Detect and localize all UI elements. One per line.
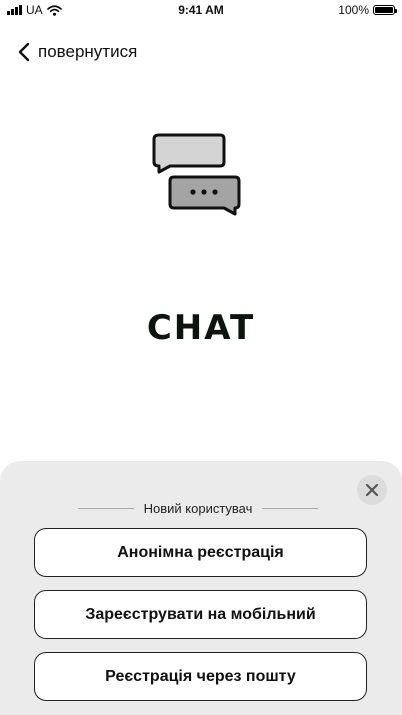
typing-dot bbox=[212, 189, 218, 195]
section-label: Новий користувач bbox=[143, 500, 253, 516]
back-label: повернутися bbox=[38, 42, 138, 61]
battery-icon bbox=[373, 5, 397, 15]
typing-dot bbox=[190, 189, 196, 195]
status-bar: UA 9:41 AM 100% bbox=[0, 0, 402, 20]
chevron-left-icon bbox=[18, 42, 30, 62]
back-button[interactable]: повернутися bbox=[18, 42, 137, 62]
section-divider: Новий користувач bbox=[78, 500, 319, 516]
close-button[interactable] bbox=[357, 475, 387, 505]
battery-percent: 100% bbox=[338, 3, 369, 17]
divider-line bbox=[78, 507, 134, 509]
mobile-registration-button[interactable]: Зареєструвати на мобільний bbox=[34, 590, 367, 639]
email-registration-button[interactable]: Реєстрація через пошту bbox=[34, 652, 367, 701]
bottom-bubble bbox=[168, 175, 241, 216]
top-bubble bbox=[152, 133, 226, 174]
typing-dot bbox=[201, 189, 207, 195]
status-right: 100% bbox=[338, 3, 397, 17]
chat-bubbles-icon bbox=[152, 133, 241, 216]
divider-line bbox=[262, 507, 319, 509]
close-icon bbox=[365, 483, 379, 497]
anonymous-registration-button[interactable]: Анонімна реєстрація bbox=[34, 528, 367, 577]
app-title: CHAT bbox=[146, 308, 256, 348]
